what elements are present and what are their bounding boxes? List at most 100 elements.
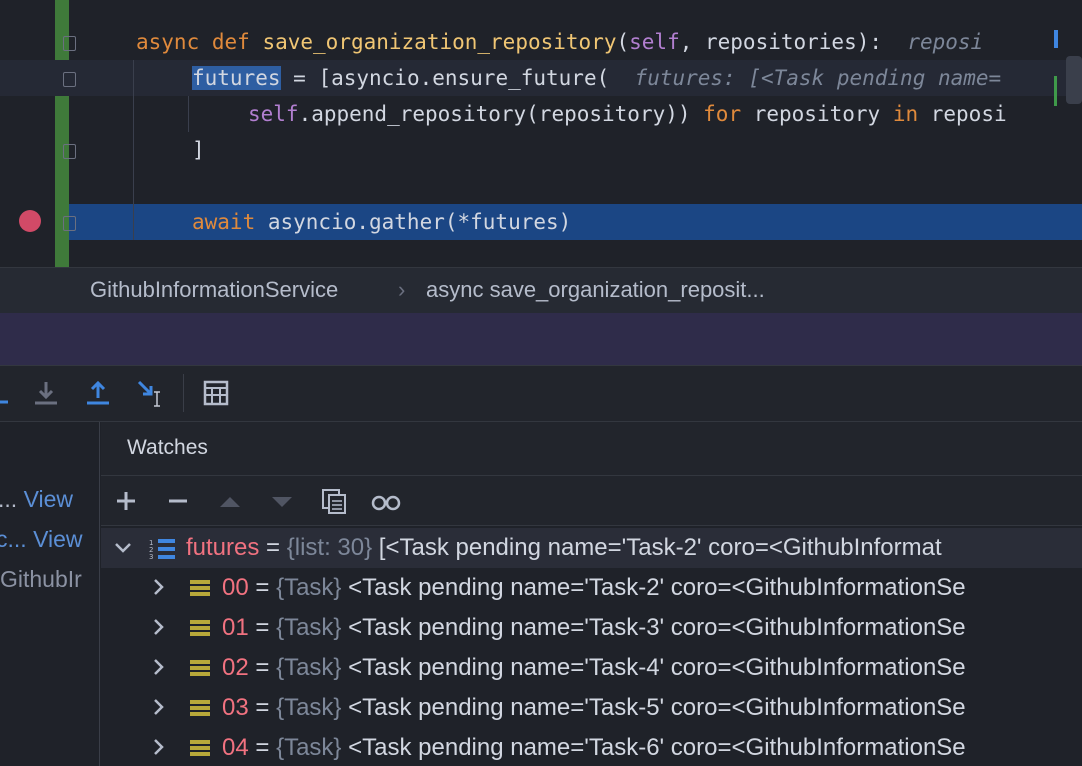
indent-guide [188, 96, 189, 132]
view-link[interactable]: View [24, 486, 73, 512]
watches-header: Watches [101, 422, 1082, 476]
object-icon [190, 580, 210, 596]
keyword: in [892, 102, 919, 126]
run-to-cursor-icon[interactable] [133, 376, 167, 410]
inlay-hint: reposi [907, 30, 984, 54]
keyword: for [703, 102, 742, 126]
code-line-4: ] [192, 132, 205, 168]
svg-text:3: 3 [149, 553, 153, 561]
fold-marker[interactable] [63, 144, 76, 159]
tree-row[interactable]: 03 = {Task} <Task pending name='Task-5' … [101, 688, 1082, 728]
scroll-marker [1054, 30, 1058, 48]
equals: = [259, 534, 287, 561]
tree-row-root[interactable]: 1 2 3 futures = {list: 30} [<Task pendin… [101, 528, 1082, 568]
frame-text: ... [0, 486, 18, 512]
watch-entry: 02 = {Task} <Task pending name='Task-4' … [222, 648, 966, 688]
function-name: save_organization_repository [262, 30, 617, 54]
variable-name: 03 [222, 694, 249, 721]
breadcrumb-method[interactable]: async save_organization_reposit... [426, 277, 765, 303]
code-editor[interactable]: async def save_organization_repository(s… [0, 0, 1082, 267]
debug-tool-window-header [0, 313, 1082, 365]
watches-toolbar [101, 476, 1082, 526]
code-text: reposi [918, 102, 1007, 126]
code-line-3: self.append_repository(repository)) for … [248, 96, 1007, 132]
equals: = [248, 574, 277, 601]
step-out-icon[interactable] [81, 376, 115, 410]
watch-entry: futures = {list: 30} [<Task pending name… [186, 528, 942, 568]
equals: = [248, 614, 277, 641]
frames-panel: ... View c... View GithubIr [0, 422, 100, 766]
code-text: asyncio.gather(*futures) [255, 210, 572, 234]
code-text: ( [616, 30, 630, 54]
toolbar-separator [183, 374, 184, 412]
breadcrumb-separator: › [398, 277, 406, 302]
object-icon [190, 740, 210, 756]
variable-type: {Task} [276, 694, 342, 721]
chevron-right-icon[interactable] [149, 608, 169, 648]
step-into-icon[interactable] [29, 376, 63, 410]
frame-row[interactable]: GithubIr [0, 561, 82, 597]
tree-row[interactable]: 01 = {Task} <Task pending name='Task-3' … [101, 608, 1082, 648]
frame-row[interactable]: ... View [0, 481, 73, 517]
variable-value: [<Task pending name='Task-2' coro=<Githu… [372, 534, 942, 561]
chevron-right-icon[interactable] [149, 728, 169, 766]
variable-value: <Task pending name='Task-2' coro=<Github… [341, 574, 966, 601]
keyword: await [192, 210, 256, 234]
breakpoint-icon[interactable] [19, 210, 41, 232]
variable-value: <Task pending name='Task-6' coro=<Github… [341, 734, 966, 761]
remove-watch-icon[interactable] [161, 484, 195, 518]
move-up-icon[interactable] [213, 484, 247, 518]
watch-entry: 03 = {Task} <Task pending name='Task-5' … [222, 688, 966, 728]
object-icon [190, 620, 210, 636]
breadcrumb-class[interactable]: GithubInformationService [90, 277, 338, 303]
step-into-my-code-icon[interactable] [0, 376, 20, 410]
variable-type: {Task} [276, 654, 342, 681]
equals: = [248, 694, 277, 721]
code-text: repository [741, 102, 893, 126]
inlay-hint: futures: [<Task pending name= [634, 66, 1002, 90]
self-param: self [629, 30, 680, 54]
editor-scrollbar[interactable] [1066, 56, 1082, 104]
variable-name: 04 [222, 734, 249, 761]
frame-row[interactable]: c... View [0, 521, 83, 557]
variable-name: futures [186, 534, 260, 561]
fold-marker[interactable] [63, 72, 76, 87]
fold-marker[interactable] [63, 216, 76, 231]
indent-guide [133, 60, 134, 240]
watch-entry: 00 = {Task} <Task pending name='Task-2' … [222, 568, 966, 608]
variable-value: <Task pending name='Task-3' coro=<Github… [341, 614, 966, 641]
code-line-6: await asyncio.gather(*futures) [192, 204, 571, 240]
scroll-marker [1054, 76, 1057, 106]
code-text: , repositories): [679, 30, 883, 54]
variable-name: 00 [222, 574, 249, 601]
show-types-icon[interactable] [369, 484, 403, 518]
debug-toolbar [0, 365, 1082, 422]
tree-row[interactable]: 04 = {Task} <Task pending name='Task-6' … [101, 728, 1082, 766]
code-text: .append_repository(repository)) [298, 102, 704, 126]
code-line-2: futures = [asyncio.ensure_future( future… [192, 60, 1001, 96]
equals: = [248, 654, 277, 681]
variable-type: {list: 30} [286, 534, 373, 561]
chevron-right-icon[interactable] [149, 688, 169, 728]
watch-entry: 04 = {Task} <Task pending name='Task-6' … [222, 728, 966, 766]
variable-type: {Task} [276, 734, 342, 761]
move-down-icon[interactable] [265, 484, 299, 518]
keyword: def [211, 30, 250, 54]
fold-marker[interactable] [63, 36, 76, 51]
list-icon: 1 2 3 [149, 539, 175, 561]
variable-name: 02 [222, 654, 249, 681]
tree-row[interactable]: 02 = {Task} <Task pending name='Task-4' … [101, 648, 1082, 688]
evaluate-expression-icon[interactable] [199, 376, 233, 410]
code-text: = [asyncio.ensure_future( [280, 66, 610, 90]
view-link[interactable]: View [33, 526, 82, 552]
equals: = [248, 734, 277, 761]
copy-icon[interactable] [317, 484, 351, 518]
chevron-down-icon[interactable] [113, 528, 133, 568]
chevron-right-icon[interactable] [149, 648, 169, 688]
variable-type: {Task} [276, 574, 342, 601]
variable-value: <Task pending name='Task-5' coro=<Github… [341, 694, 966, 721]
selected-identifier: futures [192, 66, 281, 90]
tree-row[interactable]: 00 = {Task} <Task pending name='Task-2' … [101, 568, 1082, 608]
chevron-right-icon[interactable] [149, 568, 169, 608]
add-watch-icon[interactable] [109, 484, 143, 518]
